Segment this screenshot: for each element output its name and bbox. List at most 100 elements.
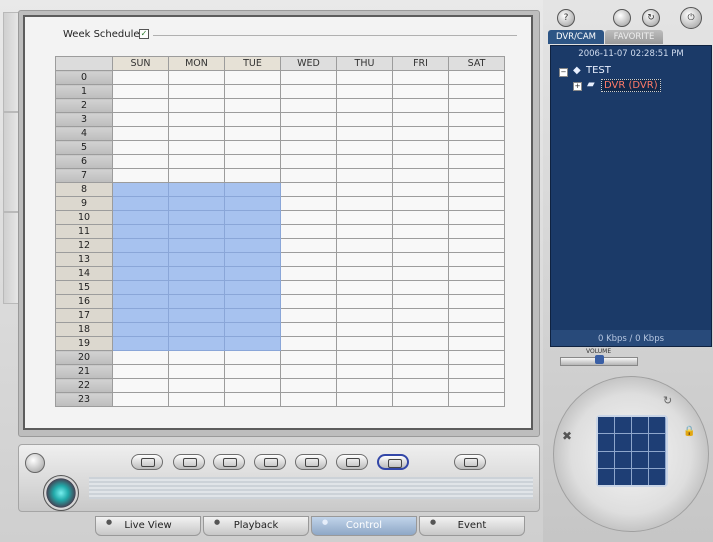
schedule-cell[interactable] bbox=[168, 98, 225, 113]
schedule-cell[interactable] bbox=[224, 112, 281, 127]
volume-slider[interactable] bbox=[560, 355, 638, 366]
schedule-cell[interactable] bbox=[168, 84, 225, 99]
rotate-icon[interactable]: ↻ bbox=[663, 394, 672, 407]
schedule-cell[interactable] bbox=[448, 210, 505, 225]
schedule-cell[interactable] bbox=[448, 98, 505, 113]
hour-header[interactable]: 3 bbox=[55, 112, 113, 127]
schedule-cell[interactable] bbox=[168, 126, 225, 141]
schedule-cell[interactable] bbox=[392, 84, 449, 99]
grid-cell[interactable] bbox=[632, 417, 648, 434]
schedule-cell[interactable] bbox=[336, 308, 393, 323]
schedule-cell[interactable] bbox=[112, 378, 169, 393]
link-button[interactable] bbox=[173, 454, 205, 470]
schedule-cell[interactable] bbox=[336, 322, 393, 337]
schedule-cell[interactable] bbox=[392, 294, 449, 309]
grid-cell[interactable] bbox=[598, 451, 614, 468]
schedule-cell[interactable] bbox=[448, 224, 505, 239]
schedule-cell[interactable] bbox=[336, 168, 393, 183]
schedule-cell[interactable] bbox=[112, 224, 169, 239]
clock-button[interactable] bbox=[25, 453, 45, 473]
day-header-sat[interactable]: SAT bbox=[448, 56, 505, 71]
schedule-cell[interactable] bbox=[280, 98, 337, 113]
schedule-cell[interactable] bbox=[448, 322, 505, 337]
schedule-cell[interactable] bbox=[448, 84, 505, 99]
schedule-cell[interactable] bbox=[336, 140, 393, 155]
schedule-cell[interactable] bbox=[168, 322, 225, 337]
schedule-cell[interactable] bbox=[224, 154, 281, 169]
schedule-cell[interactable] bbox=[336, 238, 393, 253]
hour-header[interactable]: 8 bbox=[55, 182, 113, 197]
schedule-cell[interactable] bbox=[336, 266, 393, 281]
tab-playback[interactable]: ● Playback bbox=[203, 516, 309, 536]
schedule-cell[interactable] bbox=[392, 364, 449, 379]
schedule-cell[interactable] bbox=[224, 84, 281, 99]
schedule-cell[interactable] bbox=[392, 112, 449, 127]
list-button[interactable] bbox=[454, 454, 486, 470]
schedule-cell[interactable] bbox=[448, 112, 505, 127]
schedule-cell[interactable] bbox=[112, 266, 169, 281]
schedule-cell[interactable] bbox=[224, 252, 281, 267]
schedule-cell[interactable] bbox=[336, 112, 393, 127]
tab-event[interactable]: ● Event bbox=[419, 516, 525, 536]
schedule-cell[interactable] bbox=[224, 392, 281, 407]
schedule-cell[interactable] bbox=[336, 378, 393, 393]
schedule-cell[interactable] bbox=[168, 364, 225, 379]
schedule-cell[interactable] bbox=[112, 280, 169, 295]
schedule-cell[interactable] bbox=[224, 378, 281, 393]
hour-header[interactable]: 23 bbox=[55, 392, 113, 407]
grid-cell[interactable] bbox=[649, 417, 665, 434]
schedule-cell[interactable] bbox=[336, 336, 393, 351]
schedule-cell[interactable] bbox=[392, 98, 449, 113]
schedule-cell[interactable] bbox=[448, 364, 505, 379]
schedule-cell[interactable] bbox=[112, 112, 169, 127]
schedule-cell[interactable] bbox=[448, 294, 505, 309]
schedule-cell[interactable] bbox=[392, 154, 449, 169]
schedule-cell[interactable] bbox=[448, 378, 505, 393]
help-icon[interactable]: ? bbox=[557, 9, 575, 27]
schedule-cell[interactable] bbox=[280, 182, 337, 197]
lock-icon[interactable]: 🔒 bbox=[683, 426, 695, 437]
schedule-cell[interactable] bbox=[448, 350, 505, 365]
schedule-cell[interactable] bbox=[112, 210, 169, 225]
side-tab-2[interactable] bbox=[3, 112, 18, 212]
schedule-cell[interactable] bbox=[448, 140, 505, 155]
hour-header[interactable]: 4 bbox=[55, 126, 113, 141]
schedule-cell[interactable] bbox=[224, 140, 281, 155]
expand-icon[interactable]: + bbox=[573, 82, 582, 91]
schedule-cell[interactable] bbox=[224, 224, 281, 239]
schedule-cell[interactable] bbox=[280, 224, 337, 239]
schedule-cell[interactable] bbox=[224, 182, 281, 197]
hour-header[interactable]: 19 bbox=[55, 336, 113, 351]
schedule-cell[interactable] bbox=[168, 336, 225, 351]
schedule-cell[interactable] bbox=[280, 126, 337, 141]
tab-control[interactable]: ● Control bbox=[311, 516, 417, 536]
schedule-cell[interactable] bbox=[280, 196, 337, 211]
schedule-cell[interactable] bbox=[224, 336, 281, 351]
schedule-cell[interactable] bbox=[336, 126, 393, 141]
schedule-cell[interactable] bbox=[392, 378, 449, 393]
schedule-cell[interactable] bbox=[392, 392, 449, 407]
schedule-cell[interactable] bbox=[168, 266, 225, 281]
hour-header[interactable]: 10 bbox=[55, 210, 113, 225]
schedule-cell[interactable] bbox=[112, 70, 169, 85]
hour-header[interactable]: 7 bbox=[55, 168, 113, 183]
grid-cell[interactable] bbox=[615, 417, 631, 434]
schedule-cell[interactable] bbox=[168, 70, 225, 85]
schedule-cell[interactable] bbox=[224, 266, 281, 281]
hour-header[interactable]: 20 bbox=[55, 350, 113, 365]
schedule-cell[interactable] bbox=[448, 308, 505, 323]
schedule-cell[interactable] bbox=[280, 378, 337, 393]
schedule-cell[interactable] bbox=[392, 266, 449, 281]
schedule-cell[interactable] bbox=[448, 168, 505, 183]
schedule-cell[interactable] bbox=[112, 392, 169, 407]
hour-header[interactable]: 16 bbox=[55, 294, 113, 309]
schedule-cell[interactable] bbox=[168, 196, 225, 211]
schedule-cell[interactable] bbox=[280, 238, 337, 253]
schedule-cell[interactable] bbox=[392, 322, 449, 337]
hour-header[interactable]: 13 bbox=[55, 252, 113, 267]
volume-knob[interactable] bbox=[595, 355, 604, 364]
frame-button[interactable] bbox=[295, 454, 327, 470]
schedule-cell[interactable] bbox=[112, 126, 169, 141]
grid-cell[interactable] bbox=[649, 468, 665, 485]
tab-dvr-cam[interactable]: DVR/CAM bbox=[548, 30, 604, 44]
